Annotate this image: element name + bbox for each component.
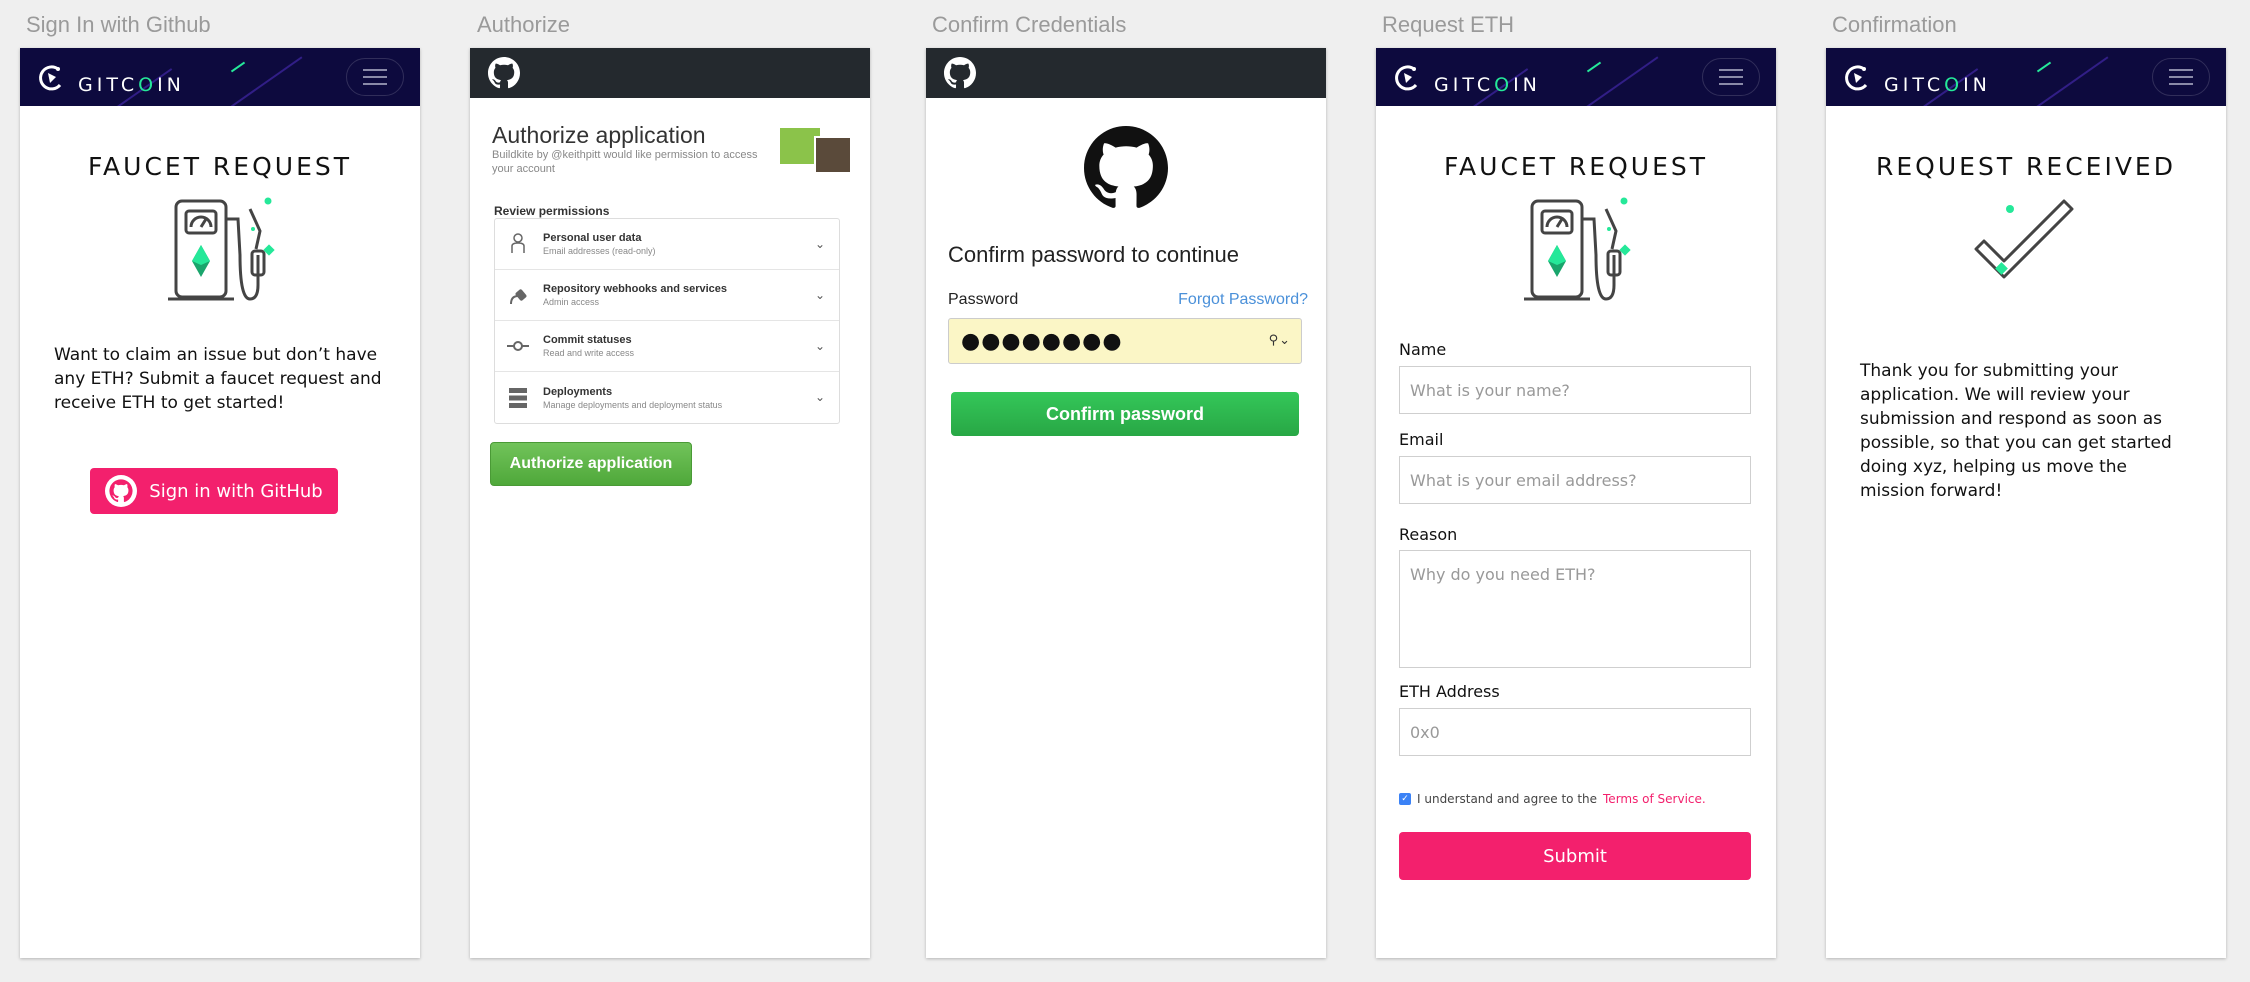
gas-pump-icon [20,195,420,307]
permission-row[interactable]: Deployments Manage deployments and deploy… [495,372,839,423]
gitcoin-header: GITCOIN [1376,48,1776,106]
confirmation-screen: GITCOIN REQUEST RECEIVED Thank you for s… [1826,48,2226,958]
gitcoin-logo-icon [1395,65,1418,91]
authorize-title: Authorize application [492,122,706,148]
confirm-heading: Confirm password to continue [948,242,1240,267]
password-label: Password [948,291,1019,308]
authorize-screen: Authorize application Buildkite by @keit… [470,48,870,958]
github-header [470,48,870,98]
gitcoin-header: GITCOIN [1826,48,2226,106]
terms-of-service-link[interactable]: Terms of Service. [1603,792,1706,806]
permissions-list: Personal user data Email addresses (read-… [494,218,840,424]
gitcoin-header: GITCOIN [20,48,420,106]
email-field[interactable]: What is your email address? [1399,456,1751,504]
gitcoin-logo-icon [1845,65,1868,91]
permission-row[interactable]: Personal user data Email addresses (read-… [495,219,839,270]
chevron-down-icon[interactable]: ⌄ [815,390,825,404]
github-icon [105,475,138,507]
avatar [814,136,852,174]
email-label: Email [1399,430,1444,449]
screen-label-authorize: Authorize [477,12,570,37]
eth-address-label: ETH Address [1399,682,1500,701]
request-screen: GITCOIN FAUCET REQUEST Name What is your… [1376,48,1776,958]
person-icon [507,233,529,255]
github-logo-icon [1084,126,1168,214]
chevron-down-icon[interactable]: ⌄ [815,288,825,302]
eth-address-field[interactable]: 0x0 [1399,708,1751,756]
signin-screen: GITCOIN FAUCET REQUEST Want to claim an … [20,48,420,958]
terms-checkbox[interactable]: ✓ [1399,793,1411,805]
confirm-password-button[interactable]: Confirm password [951,392,1299,436]
reason-label: Reason [1399,525,1458,544]
gitcoin-logo[interactable]: GITCOIN [38,60,185,96]
name-field[interactable]: What is your name? [1399,366,1751,414]
name-label: Name [1399,340,1447,359]
permission-row[interactable]: Repository webhooks and services Admin ac… [495,270,839,321]
chevron-down-icon[interactable]: ⌄ [815,339,825,353]
server-icon [507,387,529,409]
gitcoin-logo-icon [39,65,62,91]
screen-label-confirmation: Confirmation [1832,12,1957,37]
authorize-application-button[interactable]: Authorize application [490,442,692,486]
github-icon[interactable] [488,57,520,93]
permission-row[interactable]: Commit statuses Read and write access ⌄ [495,321,839,372]
signin-description: Want to claim an issue but don’t have an… [54,345,382,413]
screen-label-signin: Sign In with Github [26,12,211,37]
authorize-subtitle: Buildkite by @keithpitt would like permi… [492,149,758,175]
review-permissions-label: Review permissions [494,204,610,218]
commit-icon [507,335,529,357]
submit-button[interactable]: Submit [1399,832,1751,880]
plug-icon [507,284,529,306]
confirmation-message: Thank you for submitting your applicatio… [1860,361,2172,501]
page-title: FAUCET REQUEST [87,152,353,181]
reason-field[interactable]: Why do you need ETH? [1399,550,1751,668]
menu-button[interactable] [2152,58,2210,96]
checkmark-icon [1826,197,2226,297]
page-title: FAUCET REQUEST [1443,152,1709,181]
gas-pump-icon [1376,195,1776,307]
key-icon[interactable]: ⚲⌄ [1269,333,1291,348]
gitcoin-logo[interactable]: GITCOIN [1844,60,1991,96]
menu-button[interactable] [1702,58,1760,96]
github-icon[interactable] [944,57,976,93]
confirm-screen: Confirm password to continue Password Fo… [926,48,1326,958]
signin-github-button[interactable]: Sign in with GitHub [90,468,338,514]
page-title: REQUEST RECEIVED [1876,152,2176,181]
gitcoin-logo[interactable]: GITCOIN [1394,60,1541,96]
menu-button[interactable] [346,58,404,96]
chevron-down-icon[interactable]: ⌄ [815,237,825,251]
github-header [926,48,1326,98]
forgot-password-link[interactable]: Forgot Password? [1178,291,1308,309]
screen-label-confirm: Confirm Credentials [932,12,1127,37]
terms-agreement: ✓ I understand and agree to the Terms of… [1399,792,1706,806]
password-field[interactable]: ●●●●●●●● ⚲⌄ [948,318,1302,364]
screen-label-request: Request ETH [1382,12,1515,37]
